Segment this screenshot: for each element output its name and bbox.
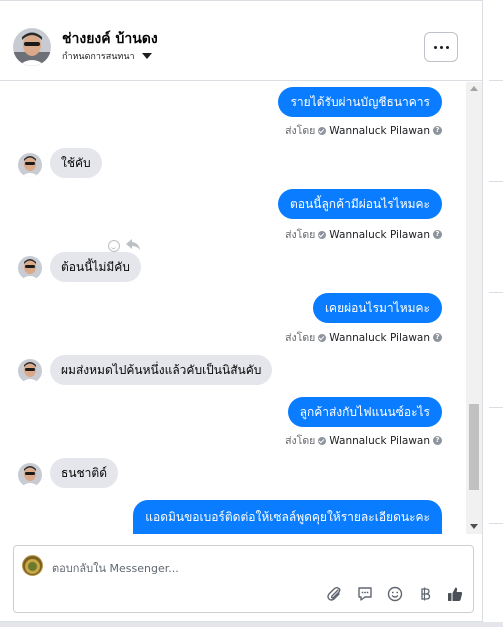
contact-name[interactable]: ช่างยงค์ บ้านดง	[62, 28, 158, 50]
sent-by-label: ส่งโดย	[285, 435, 316, 447]
caret-down-icon	[141, 53, 152, 59]
outgoing-message: แอดมินขอเบอร์ติดต่อให้เซลล์พูดคุยให้รายล…	[133, 500, 442, 534]
contact-avatar[interactable]	[13, 28, 51, 66]
outgoing-message: เคยผ่อนไรมาไหมคะ	[312, 293, 442, 323]
conversation-header: ช่างยงค์ บ้านดง กำหนดการสนทนา	[0, 0, 482, 81]
react-smile-icon[interactable]	[108, 239, 120, 252]
contact-avatar-small	[18, 463, 42, 487]
sent-by-info: ส่งโดย Wannaluck Pilawan ?	[285, 226, 442, 243]
contact-avatar-small	[18, 153, 42, 177]
sent-by-agent[interactable]: Wannaluck Pilawan	[329, 332, 430, 344]
sent-by-info: ส่งโดย Wannaluck Pilawan ?	[285, 432, 442, 449]
outgoing-message: รายได้รับผ่านบัญชีธนาคาร	[278, 87, 442, 117]
message-actions	[108, 236, 140, 255]
paperclip-icon[interactable]	[327, 586, 343, 602]
help-icon[interactable]: ?	[433, 333, 442, 342]
help-icon[interactable]: ?	[433, 436, 442, 445]
scroll-up-arrow-icon[interactable]	[470, 86, 478, 91]
conversation-status-dropdown[interactable]: กำหนดการสนทนา	[62, 49, 152, 63]
message-thread[interactable]: รายได้รับผ่านบัญชีธนาคาร ส่งโดย Wannaluc…	[0, 82, 466, 534]
help-icon[interactable]: ?	[433, 230, 442, 239]
composer-toolbar	[327, 586, 463, 602]
sent-by-agent[interactable]: Wannaluck Pilawan	[329, 125, 430, 137]
contact-avatar-small	[18, 256, 42, 280]
reply-input[interactable]: ตอบกลับใน Messenger...	[52, 559, 179, 577]
verified-icon	[318, 333, 327, 342]
reply-icon[interactable]	[126, 236, 140, 255]
reply-composer[interactable]: ตอบกลับใน Messenger...	[13, 545, 474, 613]
sent-by-agent[interactable]: Wannaluck Pilawan	[329, 435, 430, 447]
verified-icon	[318, 126, 327, 135]
sent-by-label: ส่งโดย	[285, 229, 316, 241]
more-options-button[interactable]	[424, 32, 458, 62]
window-bottom-edge	[0, 622, 503, 627]
sent-by-info: ส่งโดย Wannaluck Pilawan ?	[285, 122, 442, 139]
conversation-status-label: กำหนดการสนทนา	[62, 52, 135, 62]
outgoing-message: ตอนนี้ลูกค้ามีผ่อนไรไหมคะ	[278, 189, 442, 219]
baht-icon[interactable]	[417, 586, 433, 602]
verified-icon	[318, 436, 327, 445]
incoming-message: ธนชาติด์	[50, 458, 118, 488]
thumbs-up-icon[interactable]	[447, 586, 463, 602]
chat-bubble-icon[interactable]	[357, 586, 373, 602]
incoming-message: ต้อนนี้ไม่มีคับ	[50, 252, 141, 282]
scroll-down-arrow-icon[interactable]	[470, 524, 478, 529]
sent-by-label: ส่งโดย	[285, 125, 316, 137]
incoming-message: ใช้คับ	[50, 148, 102, 178]
sent-by-info: ส่งโดย Wannaluck Pilawan ?	[285, 329, 442, 346]
sent-by-agent[interactable]: Wannaluck Pilawan	[329, 229, 430, 241]
page-logo	[22, 555, 43, 576]
outgoing-message: ลูกค้าส่งกับไฟแนนซ์อะไร	[287, 397, 442, 427]
more-icon	[433, 45, 437, 49]
sent-by-label: ส่งโดย	[285, 332, 316, 344]
verified-icon	[318, 230, 327, 239]
scrollbar-thumb[interactable]	[469, 404, 479, 490]
incoming-message: ผมส่งหมดไปค้นหนึ่งแล้วคับเป็นนิสันคับ	[50, 355, 273, 385]
conversation-panel: ช่างยงค์ บ้านดง กำหนดการสนทนา รายได้รับผ…	[0, 0, 483, 622]
help-icon[interactable]: ?	[433, 126, 442, 135]
contact-avatar-small	[18, 359, 42, 383]
smile-icon[interactable]	[387, 586, 403, 602]
background-strip	[483, 0, 503, 627]
